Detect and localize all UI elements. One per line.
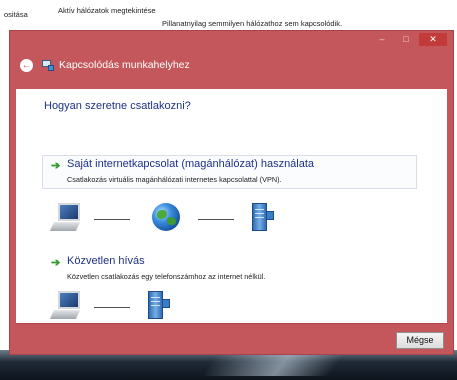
connection-line <box>94 219 130 220</box>
workplace-connection-icon <box>42 59 54 71</box>
cancel-button[interactable]: Mégse <box>396 332 444 349</box>
footer-divider <box>16 323 447 324</box>
server-icon <box>148 291 172 321</box>
vpn-diagram <box>49 203 312 237</box>
green-arrow-icon: ➔ <box>51 257 61 269</box>
wizard-header: ← Kapcsolódás munkahelyhez <box>20 55 190 75</box>
wizard-content: Hogyan szeretne csatlakozni? ➔ Saját int… <box>16 89 447 323</box>
connection-line <box>198 219 234 220</box>
background-crumb-left: ositása <box>4 10 28 19</box>
option-direct-dial[interactable]: ➔ Közvetlen hívás Közvetlen csatlakozás … <box>42 252 417 286</box>
window-controls: – □ ✕ <box>371 33 447 47</box>
direct-dial-diagram <box>49 291 212 325</box>
option-vpn-description: Csatlakozás virtuális magánhálózati inte… <box>67 175 282 184</box>
background-network-status: Pillanatnyilag semmilyen hálózathoz sem … <box>162 19 343 28</box>
connect-to-workplace-dialog: – □ ✕ ← Kapcsolódás munkahelyhez Hogyan … <box>9 30 454 355</box>
minimize-button[interactable]: – <box>371 33 393 46</box>
option-vpn[interactable]: ➔ Saját internetkapcsolat (magánhálózat)… <box>42 155 417 189</box>
back-arrow-icon[interactable]: ← <box>20 58 33 72</box>
close-button[interactable]: ✕ <box>419 33 447 46</box>
background-control-panel: ositása Aktív hálózatok megtekintése Pil… <box>0 0 457 30</box>
page-heading: Hogyan szeretne csatlakozni? <box>44 100 191 112</box>
background-active-networks-label: Aktív hálózatok megtekintése <box>58 6 156 15</box>
computer-icon <box>49 291 82 321</box>
option-direct-dial-description: Közvetlen csatlakozás egy telefonszámhoz… <box>67 272 266 281</box>
option-direct-dial-title: Közvetlen hívás <box>67 255 145 267</box>
computer-icon <box>49 203 82 233</box>
globe-icon <box>152 203 180 231</box>
connection-line <box>94 307 130 308</box>
server-icon <box>252 203 276 233</box>
maximize-button[interactable]: □ <box>395 33 417 46</box>
green-arrow-icon: ➔ <box>51 160 61 172</box>
wizard-title: Kapcsolódás munkahelyhez <box>59 59 190 71</box>
option-vpn-title: Saját internetkapcsolat (magánhálózat) h… <box>67 158 315 170</box>
